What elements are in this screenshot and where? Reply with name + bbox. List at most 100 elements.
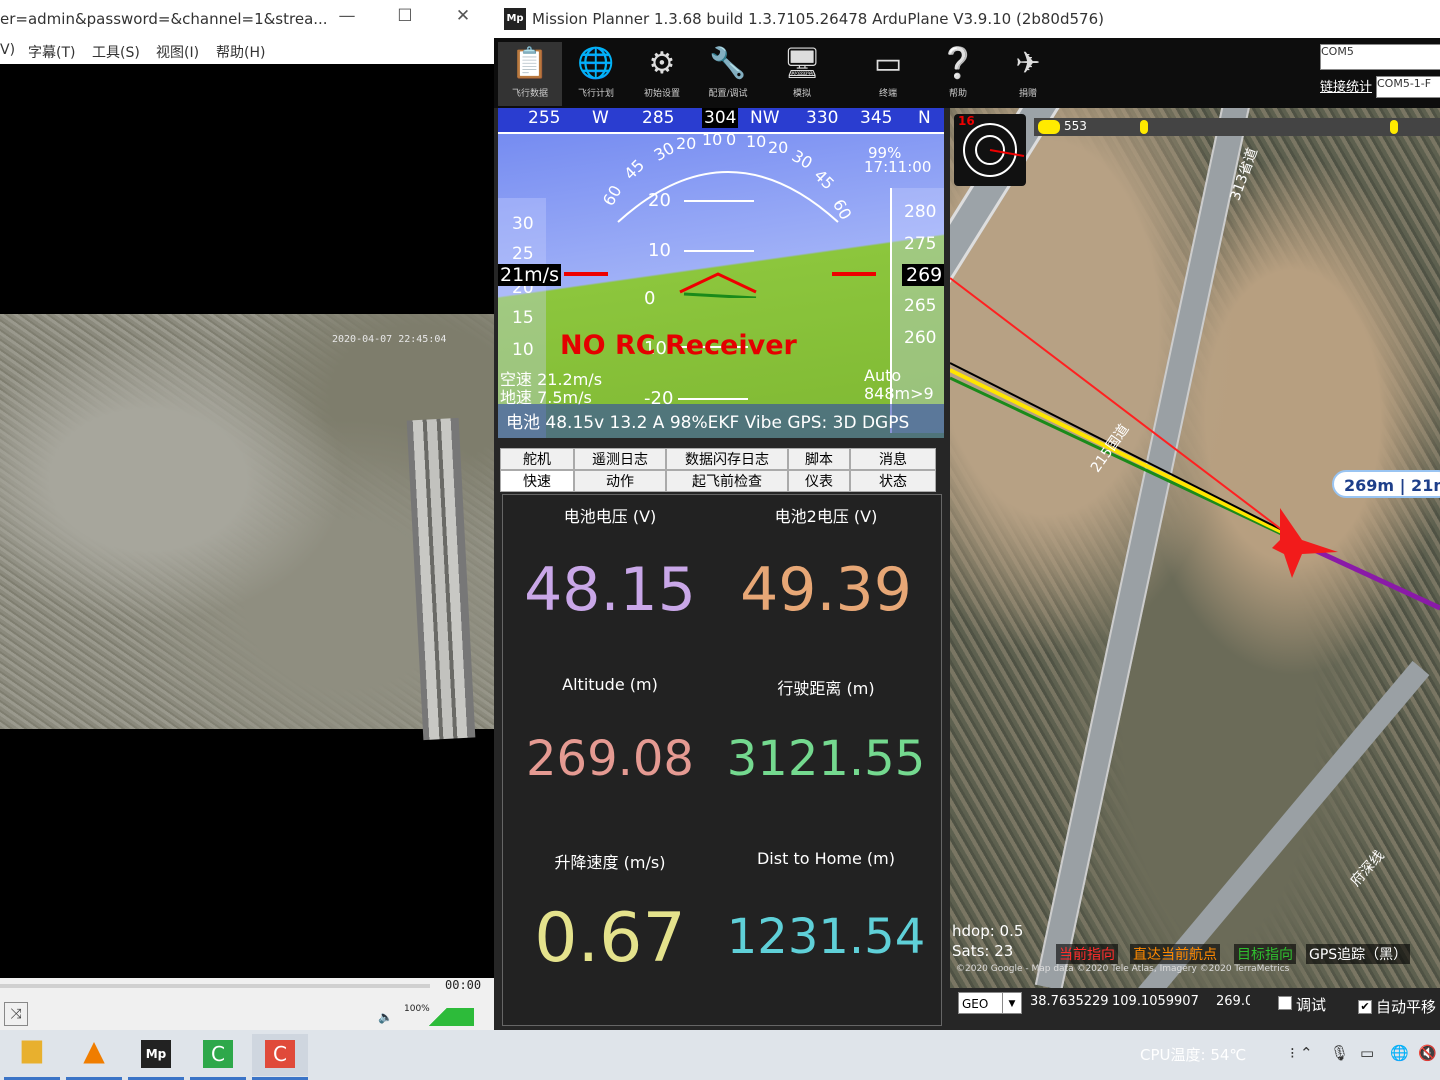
quick-label-dist-to-home: Dist to Home (m) — [756, 849, 895, 868]
vlc-window: er=admin&password=&channel=1&strea... — … — [0, 0, 494, 1030]
tab-quick[interactable]: 快速 — [500, 470, 574, 492]
legend-current-heading: 当前指向 — [1056, 944, 1118, 964]
menu-view[interactable]: V) — [0, 42, 15, 58]
taskbar-red-app[interactable]: C — [252, 1034, 308, 1080]
tab-dataflash[interactable]: 数据闪存日志 — [666, 448, 788, 470]
green-app-icon: C — [203, 1040, 233, 1068]
volume-slider[interactable] — [402, 1008, 474, 1026]
signal-indicator — [1390, 120, 1398, 134]
taskbar-mission-planner[interactable]: Mp — [128, 1034, 184, 1080]
toolbar-flight-data[interactable]: 📋 飞行数据 — [498, 42, 562, 106]
speed-tick: 30 — [512, 214, 534, 234]
toolbar-terminal[interactable]: ▭ 终端 — [856, 42, 920, 106]
red-app-icon: C — [265, 1040, 295, 1068]
menu-subtitle[interactable]: 字幕(T) — [28, 42, 75, 62]
gear-icon: ⚙ — [648, 46, 676, 81]
pitch-line — [684, 250, 754, 252]
alt-tick: 265 — [904, 296, 937, 316]
signal-indicator — [1140, 120, 1148, 134]
alt-tick: 260 — [904, 328, 937, 348]
coord-format-select[interactable]: GEO ▼ — [958, 992, 1022, 1014]
data-tabs-panel: 舵机 遥测日志 数据闪存日志 脚本 消息 快速 动作 起飞前检查 仪表 状态 电… — [498, 444, 944, 1030]
quick-value-climb-rate: 0.67 — [534, 899, 686, 978]
toolbar-help[interactable]: ❔ 帮助 — [926, 42, 990, 106]
speaker-muted-icon[interactable]: 🔇 — [1418, 1044, 1437, 1062]
coord-format-value: GEO — [962, 997, 989, 1011]
pitch-label: 20 — [648, 190, 671, 211]
tab-preflight[interactable]: 起飞前检查 — [666, 470, 788, 492]
speed-readout: 21m/s — [498, 264, 561, 286]
video-area[interactable]: 2020-04-07 22:45:04 — [0, 64, 494, 978]
heading-value: 304 — [702, 108, 739, 128]
speaker-icon[interactable]: 🔈 — [378, 1010, 393, 1024]
heading-tick: 330 — [806, 108, 839, 128]
wrench-icon: 🔧 — [709, 46, 747, 81]
debug-label: 调试 — [1296, 996, 1327, 1014]
tab-servo[interactable]: 舵机 — [500, 448, 574, 470]
heading-tick: W — [592, 108, 609, 128]
connection-select[interactable]: COM5-1-F — [1376, 76, 1440, 98]
sat-count: 16 — [958, 114, 975, 128]
shuffle-icon[interactable]: ⤨ — [4, 1002, 28, 1026]
taskbar-vlc[interactable]: ▲ — [66, 1034, 122, 1080]
altitude-value: 269.08 — [1216, 994, 1250, 1009]
speed-tick: 25 — [512, 244, 534, 264]
tab-scripts[interactable]: 脚本 — [788, 448, 850, 470]
vlc-title-bar[interactable]: er=admin&password=&channel=1&strea... — … — [0, 0, 494, 38]
tab-messages[interactable]: 消息 — [850, 448, 936, 470]
toolbar-donate[interactable]: ✈ 捐赠 — [996, 42, 1060, 106]
chevron-up-icon[interactable]: ⌃ — [1300, 1044, 1313, 1062]
quick-label-altitude: Altitude (m) — [562, 675, 658, 694]
quick-label-battery-voltage: 电池电压 (V) — [563, 507, 657, 526]
quick-value-altitude: 269.08 — [526, 731, 694, 787]
map-view[interactable]: 16 553 313省道 215国道 府深线 269m | 21m hdop: … — [950, 108, 1440, 988]
debug-checkbox[interactable] — [1278, 996, 1292, 1010]
hud[interactable]: 255 W 285 304 NW 330 345 N 60 45 30 20 1… — [498, 108, 944, 438]
toolbar-label: 配置/调试 — [708, 89, 748, 99]
vlc-menu-bar: V) 字幕(T) 工具(S) 视图(I) 帮助(H) — [0, 38, 494, 64]
pitch-label: 0 — [644, 288, 656, 309]
battery-icon[interactable]: ▭ — [1360, 1044, 1374, 1062]
network-globe-icon[interactable]: 🌐 — [1390, 1044, 1409, 1062]
tab-status[interactable]: 状态 — [850, 470, 936, 492]
toolbar-initial-setup[interactable]: ⚙ 初始设置 — [630, 42, 694, 106]
vlc-controls: 00:00 ⤨ 🔈 100% — [0, 978, 494, 1030]
toolbar-label: 初始设置 — [643, 89, 680, 99]
link-stats-link[interactable]: 链接统计 — [1320, 76, 1372, 95]
toolbar-flight-plan[interactable]: 🌐 飞行计划 — [564, 42, 628, 106]
globe-plan-icon: 🌐 — [577, 46, 615, 81]
autopan-checkbox[interactable]: ✔ — [1358, 1000, 1372, 1014]
mp-title-bar[interactable]: Mp Mission Planner 1.3.68 build 1.3.7105… — [494, 0, 1440, 38]
tab-tlog[interactable]: 遥测日志 — [574, 448, 666, 470]
speed-tick: 15 — [512, 308, 534, 328]
quick-value-battery-voltage: 48.15 — [524, 555, 696, 625]
com-port-select[interactable]: COM5 — [1320, 44, 1440, 70]
toolbar-label: 飞行数据 — [511, 89, 548, 99]
taskbar-file-explorer[interactable]: ▆ — [4, 1034, 60, 1080]
microphone-icon[interactable]: 🎙 — [1330, 1044, 1349, 1062]
taskbar-green-app[interactable]: C — [190, 1034, 246, 1080]
flight-mode: Auto — [864, 366, 902, 385]
overflow-icon[interactable]: ⁝ — [1290, 1044, 1295, 1062]
tab-actions[interactable]: 动作 — [574, 470, 666, 492]
menu-tools[interactable]: 工具(S) — [92, 42, 140, 62]
menu-view2[interactable]: 视图(I) — [156, 42, 199, 62]
toolbar-config-tuning[interactable]: 🔧 配置/调试 — [696, 42, 760, 106]
tab-gauges[interactable]: 仪表 — [788, 470, 850, 492]
quick-view[interactable]: 电池电压 (V) 48.15 电池2电压 (V) 49.39 Altitude … — [502, 494, 942, 1026]
close-icon[interactable]: ✕ — [450, 6, 476, 32]
taskbar: ▆ ▲ Mp C C CPU温度: 54℃ ⁝ ⌃ 🎙 ▭ 🌐 🔇 — [0, 1030, 1440, 1080]
minimize-icon[interactable]: — — [334, 6, 360, 32]
no-rc-warning: NO RC Receiver — [560, 330, 797, 361]
toolbar-label: 终端 — [878, 89, 897, 99]
seek-bar[interactable] — [0, 984, 430, 988]
sats-text: Sats: 23 — [952, 942, 1014, 960]
menu-help[interactable]: 帮助(H) — [216, 42, 265, 62]
quick-label-climb-rate: 升降速度 (m/s) — [554, 853, 666, 872]
toolbar-simulation[interactable]: 🖥 模拟 — [770, 42, 834, 106]
maximize-icon[interactable]: ☐ — [392, 6, 418, 32]
roll-mark: 10 — [702, 130, 723, 149]
heading-tick: NW — [750, 108, 780, 128]
alt-tick: 275 — [904, 234, 937, 254]
hud-clock: 17:11:00 — [864, 158, 932, 176]
